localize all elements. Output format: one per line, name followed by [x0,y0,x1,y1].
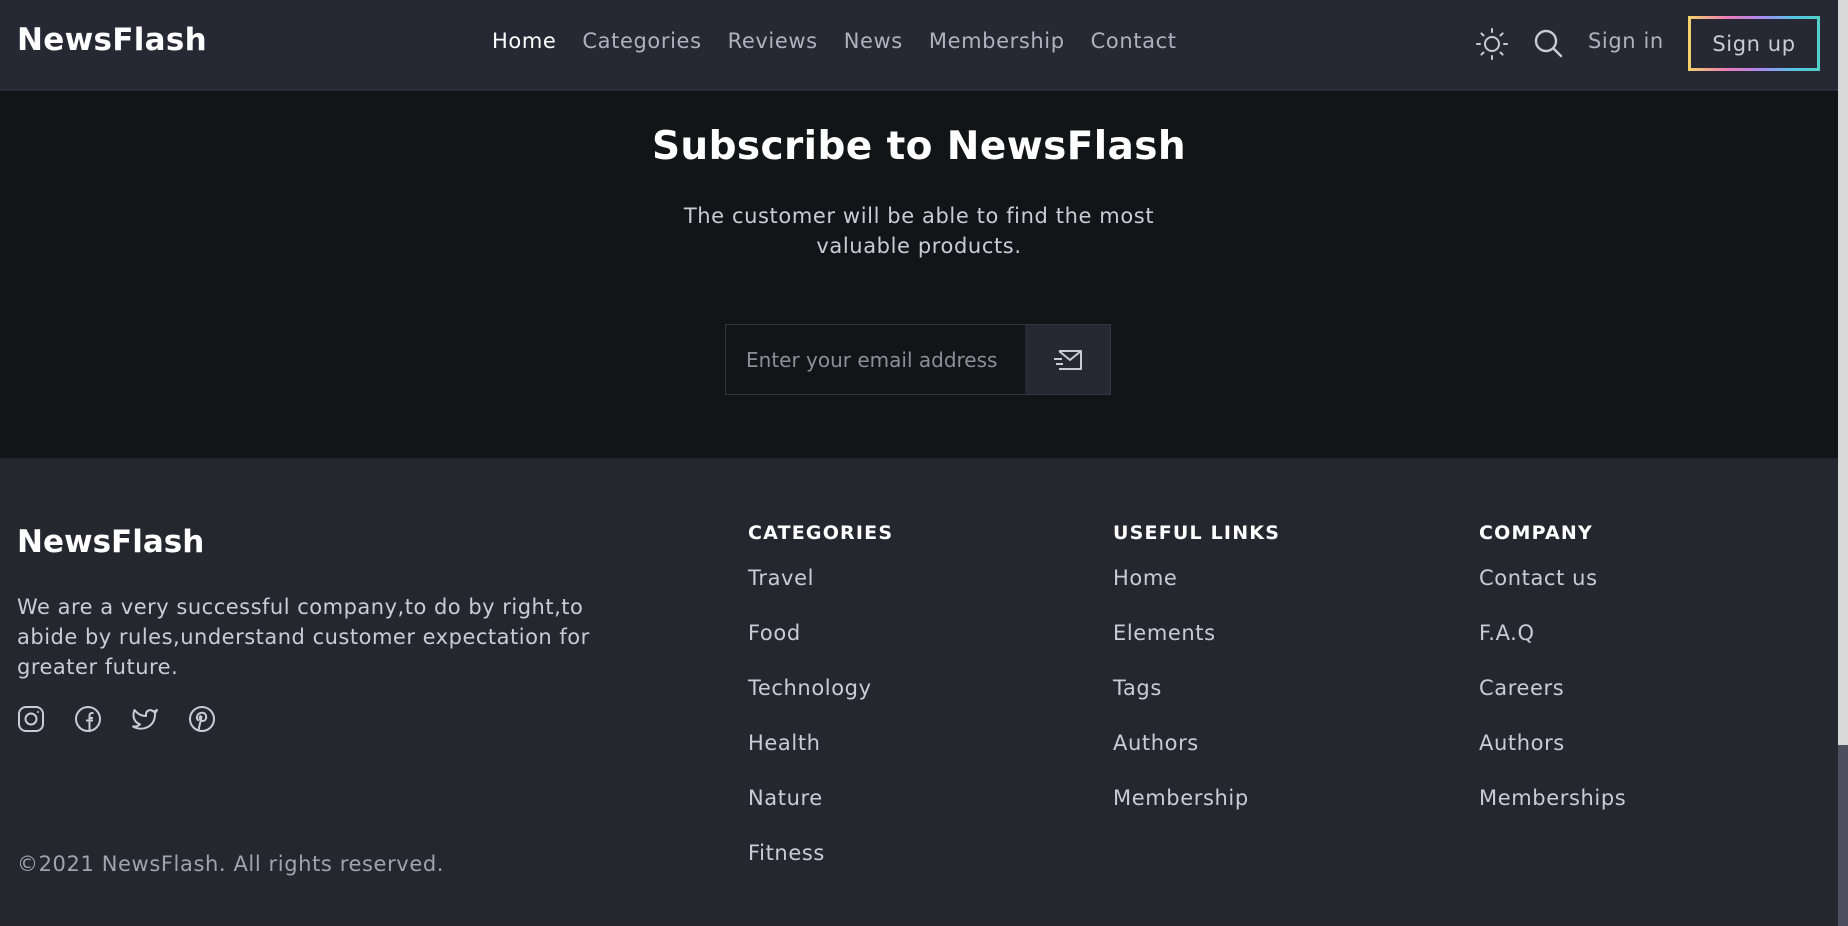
footer-about-text: We are a very successful company,to do b… [17,595,590,679]
footer-link-elements[interactable]: Elements [1113,619,1280,674]
search-icon[interactable] [1532,27,1564,59]
footer-link-home[interactable]: Home [1113,564,1280,619]
footer-link-fitness[interactable]: Fitness [748,839,893,894]
brand-logo[interactable]: NewsFlash [17,22,207,58]
footer-link-company-authors[interactable]: Authors [1479,729,1626,784]
footer-column-title: COMPANY [1479,522,1593,544]
email-input[interactable] [726,325,1025,394]
footer-link-tags[interactable]: Tags [1113,674,1280,729]
subscribe-title: Subscribe to NewsFlash [651,124,1187,169]
page-scrollbar[interactable] [1838,0,1848,926]
instagram-icon[interactable] [17,705,45,733]
scrollbar-thumb[interactable] [1838,745,1848,926]
footer-column-useful-links: USEFUL LINKS Home Elements Tags Authors … [1113,522,1280,839]
facebook-icon[interactable] [74,705,102,733]
nav-links: Home Categories Reviews News Membership … [492,29,1177,53]
subscribe-text: The customer will be able to find the mo… [683,204,1155,258]
page: NewsFlash Home Categories Reviews News M… [0,0,1848,926]
social-links [17,705,216,733]
nav-link-news[interactable]: News [844,29,903,53]
footer-link-nature[interactable]: Nature [748,784,893,839]
subscribe-form [725,324,1111,395]
pinterest-icon[interactable] [188,705,216,733]
footer-link-contact-us[interactable]: Contact us [1479,564,1626,619]
footer-column-company: COMPANY Contact us F.A.Q Careers Authors… [1479,522,1626,839]
footer-link-faq[interactable]: F.A.Q [1479,619,1626,674]
footer-column-title: USEFUL LINKS [1113,522,1281,544]
footer-link-food[interactable]: Food [748,619,893,674]
subscribe-send-button[interactable] [1025,325,1110,394]
footer-link-technology[interactable]: Technology [748,674,893,729]
footer-link-careers[interactable]: Careers [1479,674,1626,729]
footer-link-memberships[interactable]: Memberships [1479,784,1626,839]
footer-brand[interactable]: NewsFlash [17,524,204,560]
sign-up-button[interactable]: Sign up [1688,16,1820,71]
footer-column-title: CATEGORIES [748,522,894,544]
sun-icon[interactable] [1475,27,1509,61]
twitter-icon[interactable] [131,705,159,733]
footer-column-categories: CATEGORIES Travel Food Technology Health… [748,522,893,894]
footer-link-travel[interactable]: Travel [748,564,893,619]
nav-link-home[interactable]: Home [492,29,556,53]
footer-link-authors[interactable]: Authors [1113,729,1280,784]
nav-link-membership[interactable]: Membership [929,29,1065,53]
nav-link-reviews[interactable]: Reviews [728,29,818,53]
footer-link-membership[interactable]: Membership [1113,784,1280,839]
footer: NewsFlash We are a very successful compa… [0,458,1838,926]
subscribe-section: Subscribe to NewsFlash The customer will… [0,91,1838,458]
footer-link-health[interactable]: Health [748,729,893,784]
copyright-text: ©2021 NewsFlash. All rights reserved. [17,852,445,876]
nav-link-categories[interactable]: Categories [582,29,701,53]
sign-in-link[interactable]: Sign in [1588,29,1664,53]
nav-link-contact[interactable]: Contact [1091,29,1177,53]
navbar: NewsFlash Home Categories Reviews News M… [0,0,1838,90]
mail-send-icon [1053,349,1082,370]
nav-actions: Sign in Sign up [1475,0,1840,90]
